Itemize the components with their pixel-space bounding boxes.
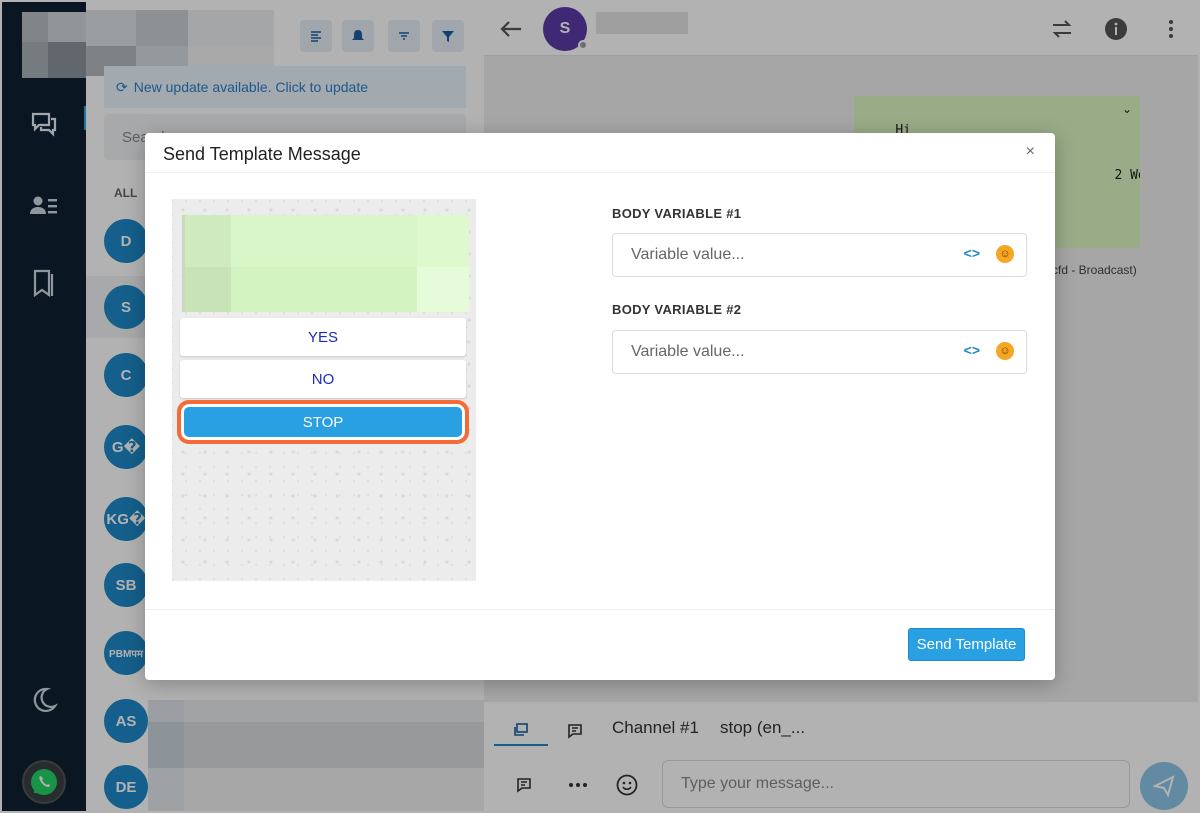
modal-header: Send Template Message × — [145, 133, 1055, 173]
body-variable-2-input[interactable]: Variable value... <> ☺ — [612, 330, 1027, 374]
close-icon[interactable]: × — [1026, 143, 1035, 161]
quick-reply-yes[interactable]: YES — [180, 318, 466, 356]
template-preview: YES NO STOP — [172, 199, 476, 581]
send-template-modal: Send Template Message × YES NO STOP BODY… — [145, 133, 1055, 680]
emoji-icon[interactable]: ☺ — [996, 342, 1014, 360]
emoji-icon[interactable]: ☺ — [996, 245, 1014, 263]
code-icon[interactable]: <> — [964, 245, 980, 261]
body-variable-1-label: BODY VARIABLE #1 — [612, 206, 742, 221]
send-template-button[interactable]: Send Template — [908, 628, 1025, 661]
body-variable-1-input[interactable]: Variable value... <> ☺ — [612, 233, 1027, 277]
modal-title: Send Template Message — [163, 144, 361, 164]
quick-reply-no[interactable]: NO — [180, 360, 466, 398]
body-variable-2-placeholder: Variable value... — [631, 343, 745, 360]
template-message-preview — [182, 215, 469, 312]
code-icon[interactable]: <> — [964, 342, 980, 358]
body-variable-2-label: BODY VARIABLE #2 — [612, 302, 742, 317]
quick-reply-stop[interactable]: STOP — [177, 400, 469, 444]
body-variable-1-placeholder: Variable value... — [631, 246, 745, 263]
modal-footer: Send Template — [145, 609, 1055, 680]
